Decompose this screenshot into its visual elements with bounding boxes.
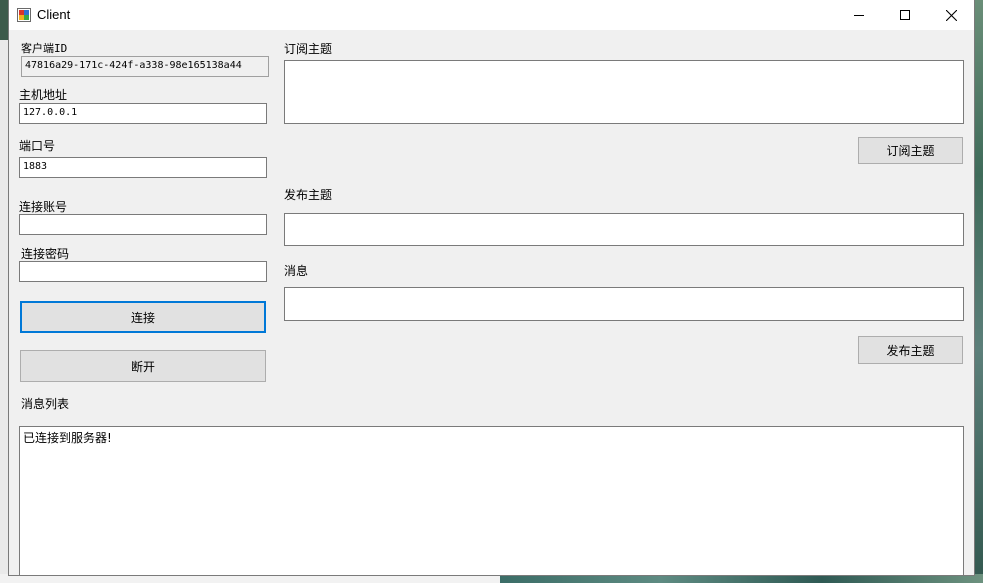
list-item[interactable]: 已连接到服务器! — [23, 429, 960, 446]
close-button[interactable] — [928, 0, 974, 30]
close-icon — [945, 9, 957, 21]
port-field[interactable]: 1883 — [19, 157, 267, 178]
password-field[interactable] — [19, 261, 267, 282]
account-label: 连接账号 — [19, 200, 68, 214]
client-id-field[interactable]: 47816a29-171c-424f-a338-98e165138a44 — [21, 56, 269, 77]
disconnect-button[interactable]: 断开 — [20, 350, 266, 382]
minimize-icon — [854, 15, 864, 16]
client-window: Client 客户端ID 47816a29-171c-424f-a338-98e… — [9, 0, 974, 575]
maximize-icon — [900, 10, 910, 20]
background-desktop-bottom — [500, 574, 983, 583]
client-id-label: 客户端ID — [21, 42, 68, 55]
publish-topic-label: 发布主题 — [284, 188, 333, 202]
publish-button[interactable]: 发布主题 — [858, 336, 963, 364]
port-label: 端口号 — [19, 139, 56, 153]
subscribe-topic-label: 订阅主题 — [284, 42, 333, 56]
window-title: Client — [37, 7, 71, 22]
app-icon[interactable] — [17, 8, 31, 22]
message-list[interactable]: 已连接到服务器! — [19, 426, 964, 575]
message-field[interactable] — [284, 287, 964, 321]
message-label: 消息 — [284, 264, 309, 278]
host-label: 主机地址 — [19, 88, 68, 102]
subscribe-topic-field[interactable] — [284, 60, 964, 124]
host-field[interactable]: 127.0.0.1 — [19, 103, 267, 124]
subscribe-button[interactable]: 订阅主题 — [858, 137, 963, 164]
title-bar[interactable]: Client — [9, 0, 974, 30]
connect-button[interactable]: 连接 — [20, 301, 266, 333]
maximize-button[interactable] — [882, 0, 928, 30]
minimize-button[interactable] — [836, 0, 882, 30]
message-list-label: 消息列表 — [21, 397, 70, 411]
password-label: 连接密码 — [21, 247, 70, 261]
client-area: 客户端ID 47816a29-171c-424f-a338-98e165138a… — [9, 30, 974, 575]
account-field[interactable] — [19, 214, 267, 235]
publish-topic-field[interactable] — [284, 213, 964, 246]
